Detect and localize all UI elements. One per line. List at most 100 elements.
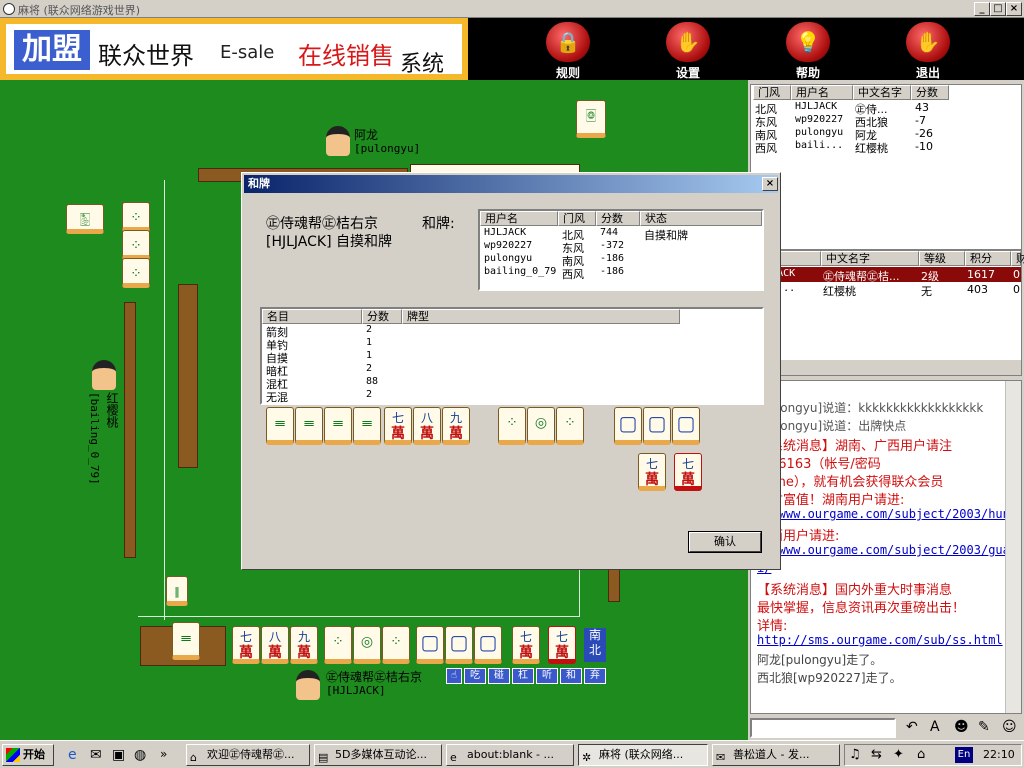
tag-icon[interactable]: ✎	[978, 719, 990, 735]
settings-button[interactable]: ✋ 设置	[658, 20, 718, 80]
score-cell: baili...	[795, 140, 844, 151]
user-header-wealth[interactable]: 财	[1011, 251, 1024, 266]
result-header-user[interactable]: 用户名	[480, 211, 558, 226]
user-header-cname[interactable]: 中文名字	[821, 251, 919, 266]
top-player-avatar	[326, 126, 350, 156]
result-header-score[interactable]: 分数	[596, 211, 640, 226]
chat-person-icon[interactable]: ☺	[1002, 719, 1017, 735]
task-blank[interactable]: e about:blank - ...	[446, 744, 574, 766]
task-post[interactable]: ✉ 善松道人 - 发...	[712, 744, 840, 766]
win-tile-white1: ▢	[614, 407, 642, 445]
desktop-icon[interactable]: ▣	[112, 747, 125, 763]
top-discard-tile: 🀙	[576, 100, 606, 138]
chat-scrollbar[interactable]	[1005, 381, 1021, 713]
dialog-title: 和牌	[244, 175, 778, 193]
settings-hand-icon: ✋	[666, 22, 710, 62]
rules-button[interactable]: 🔒 规则	[538, 20, 598, 80]
task-mahjong[interactable]: ✲ 麻将 (联众网络...	[578, 744, 708, 766]
score-cell: HJLJACK	[795, 101, 838, 112]
dialog-close-button[interactable]: ×	[762, 177, 778, 191]
bottom-tile-drawn[interactable]: 七萬	[548, 626, 576, 664]
bottom-tile-white2[interactable]: ▢	[445, 626, 473, 664]
chat-link[interactable]: ://www.ourgame.com/subject/2003/guan	[757, 543, 1005, 557]
bottom-tile-dot1[interactable]: ⁘	[324, 626, 352, 664]
ad-banner[interactable]: 加盟 联众世界 E-sale 在线销售 系统	[0, 18, 468, 80]
network-icon[interactable]: ⇆	[871, 747, 882, 762]
undo-icon[interactable]: ↶	[906, 719, 918, 735]
bottom-tile-wan7b[interactable]: 七萬	[512, 626, 540, 664]
bottom-tile-dot3[interactable]: ⁘	[382, 626, 410, 664]
task-welcome[interactable]: ⌂ 欢迎㊣侍魂帮㊣...	[186, 744, 310, 766]
exit-button[interactable]: ✋ 退出	[898, 20, 958, 80]
banner-join: 加盟	[14, 30, 90, 70]
bottom-tile-wan7[interactable]: 七萬	[232, 626, 260, 664]
chevron-icon[interactable]: »	[160, 747, 167, 761]
fan-header-type[interactable]: 牌型	[402, 309, 680, 324]
window-title-bar: 麻将 (联众网络游戏世界) _ □ ×	[0, 0, 1024, 18]
chat-input[interactable]	[750, 718, 896, 738]
close-button[interactable]: ×	[1006, 2, 1022, 16]
bottom-tile-wan8[interactable]: 八萬	[261, 626, 289, 664]
qq-icon[interactable]: ◍	[134, 747, 146, 763]
left-hand-tiles	[178, 284, 198, 468]
user-header-points[interactable]: 积分	[965, 251, 1011, 266]
user-header-level[interactable]: 等级	[919, 251, 965, 266]
people-icon[interactable]: ☻	[954, 719, 969, 735]
fan-header-score[interactable]: 分数	[362, 309, 402, 324]
action-button[interactable]: 碰	[488, 668, 510, 684]
score-header-wind[interactable]: 门风	[753, 85, 791, 100]
language-indicator[interactable]: En	[955, 747, 973, 763]
win-tile-bam3: 𝍢	[324, 407, 352, 445]
win-tile-white2: ▢	[643, 407, 671, 445]
main-toolbar: 🔒 规则 ✋ 设置 💡 帮助 ✋ 退出	[468, 18, 1024, 80]
action-button[interactable]: 吃	[464, 668, 486, 684]
chat-input-bar: ↶ A ☻ ✎ ☺	[750, 716, 1022, 740]
fan-score: 2	[366, 363, 373, 374]
score-header-cname[interactable]: 中文名字	[853, 85, 911, 100]
score-header-score[interactable]: 分数	[911, 85, 949, 100]
ok-button[interactable]: 确认	[688, 531, 762, 553]
result-header-status[interactable]: 状态	[640, 211, 762, 226]
result-cell: -186	[600, 253, 625, 264]
result-cell: wp920227	[484, 240, 533, 251]
score-header-user[interactable]: 用户名	[791, 85, 853, 100]
fan-score: 1	[366, 337, 373, 348]
chat-link[interactable]: http://sms.ourgame.com/sub/ss.html	[757, 633, 1003, 647]
outlook-icon[interactable]: ✉	[90, 747, 102, 763]
fan-header-name[interactable]: 名目	[262, 309, 362, 324]
bottom-tile-white3[interactable]: ▢	[474, 626, 502, 664]
bottom-tile-dot2[interactable]: ◎	[353, 626, 381, 664]
action-button[interactable]: 杠	[512, 668, 534, 684]
tray-app-icon[interactable]: ✦	[893, 747, 904, 762]
action-button[interactable]: 和	[560, 668, 582, 684]
volume-icon[interactable]: ♫	[849, 747, 861, 762]
action-button[interactable]: 弃	[584, 668, 606, 684]
tray-home-icon[interactable]: ⌂	[917, 747, 925, 762]
action-button[interactable]: 听	[536, 668, 558, 684]
fan-table: 名目 分数 牌型 箭刻 2 单钓 1 自摸 1 暗杠 2 混杠 88 无混 2	[260, 307, 764, 405]
win-result-dialog: 和牌 × ㊣侍魂帮㊣桔右京 [HJLJACK] 自摸和牌 和牌: 用户名 门风 …	[241, 172, 781, 570]
minimize-button[interactable]: _	[974, 2, 990, 16]
maximize-button[interactable]: □	[990, 2, 1006, 16]
banner-esale: E-sale	[220, 42, 275, 63]
help-button[interactable]: 💡 帮助	[778, 20, 838, 80]
font-icon[interactable]: A	[930, 719, 940, 735]
clock: 22:10	[983, 748, 1015, 761]
bottom-tile-wan9[interactable]: 九萬	[290, 626, 318, 664]
task-forum[interactable]: ▤ 5D多媒体互动论...	[314, 744, 442, 766]
start-label: 开始	[23, 748, 45, 761]
user-list-hscrollbar[interactable]	[751, 359, 1021, 375]
left-meld-tile-3: ⁘	[122, 258, 150, 288]
hand-pointer-icon[interactable]: ☝	[446, 668, 462, 684]
chat-link[interactable]: ://www.ourgame.com/subject/2003/huna	[757, 507, 1005, 521]
result-header-wind[interactable]: 门风	[558, 211, 596, 226]
help-label: 帮助	[795, 66, 820, 80]
user-cell: 403	[967, 283, 988, 296]
start-button[interactable]: 开始	[2, 744, 54, 766]
ie-icon[interactable]: e	[68, 747, 77, 763]
table-line-bottom	[138, 616, 580, 617]
left-meld-tile-1: ⁘	[122, 202, 150, 232]
home-icon: ⌂	[190, 751, 197, 764]
bottom-tile-bam[interactable]: 𝍢	[172, 622, 200, 660]
bottom-tile-white1[interactable]: ▢	[416, 626, 444, 664]
